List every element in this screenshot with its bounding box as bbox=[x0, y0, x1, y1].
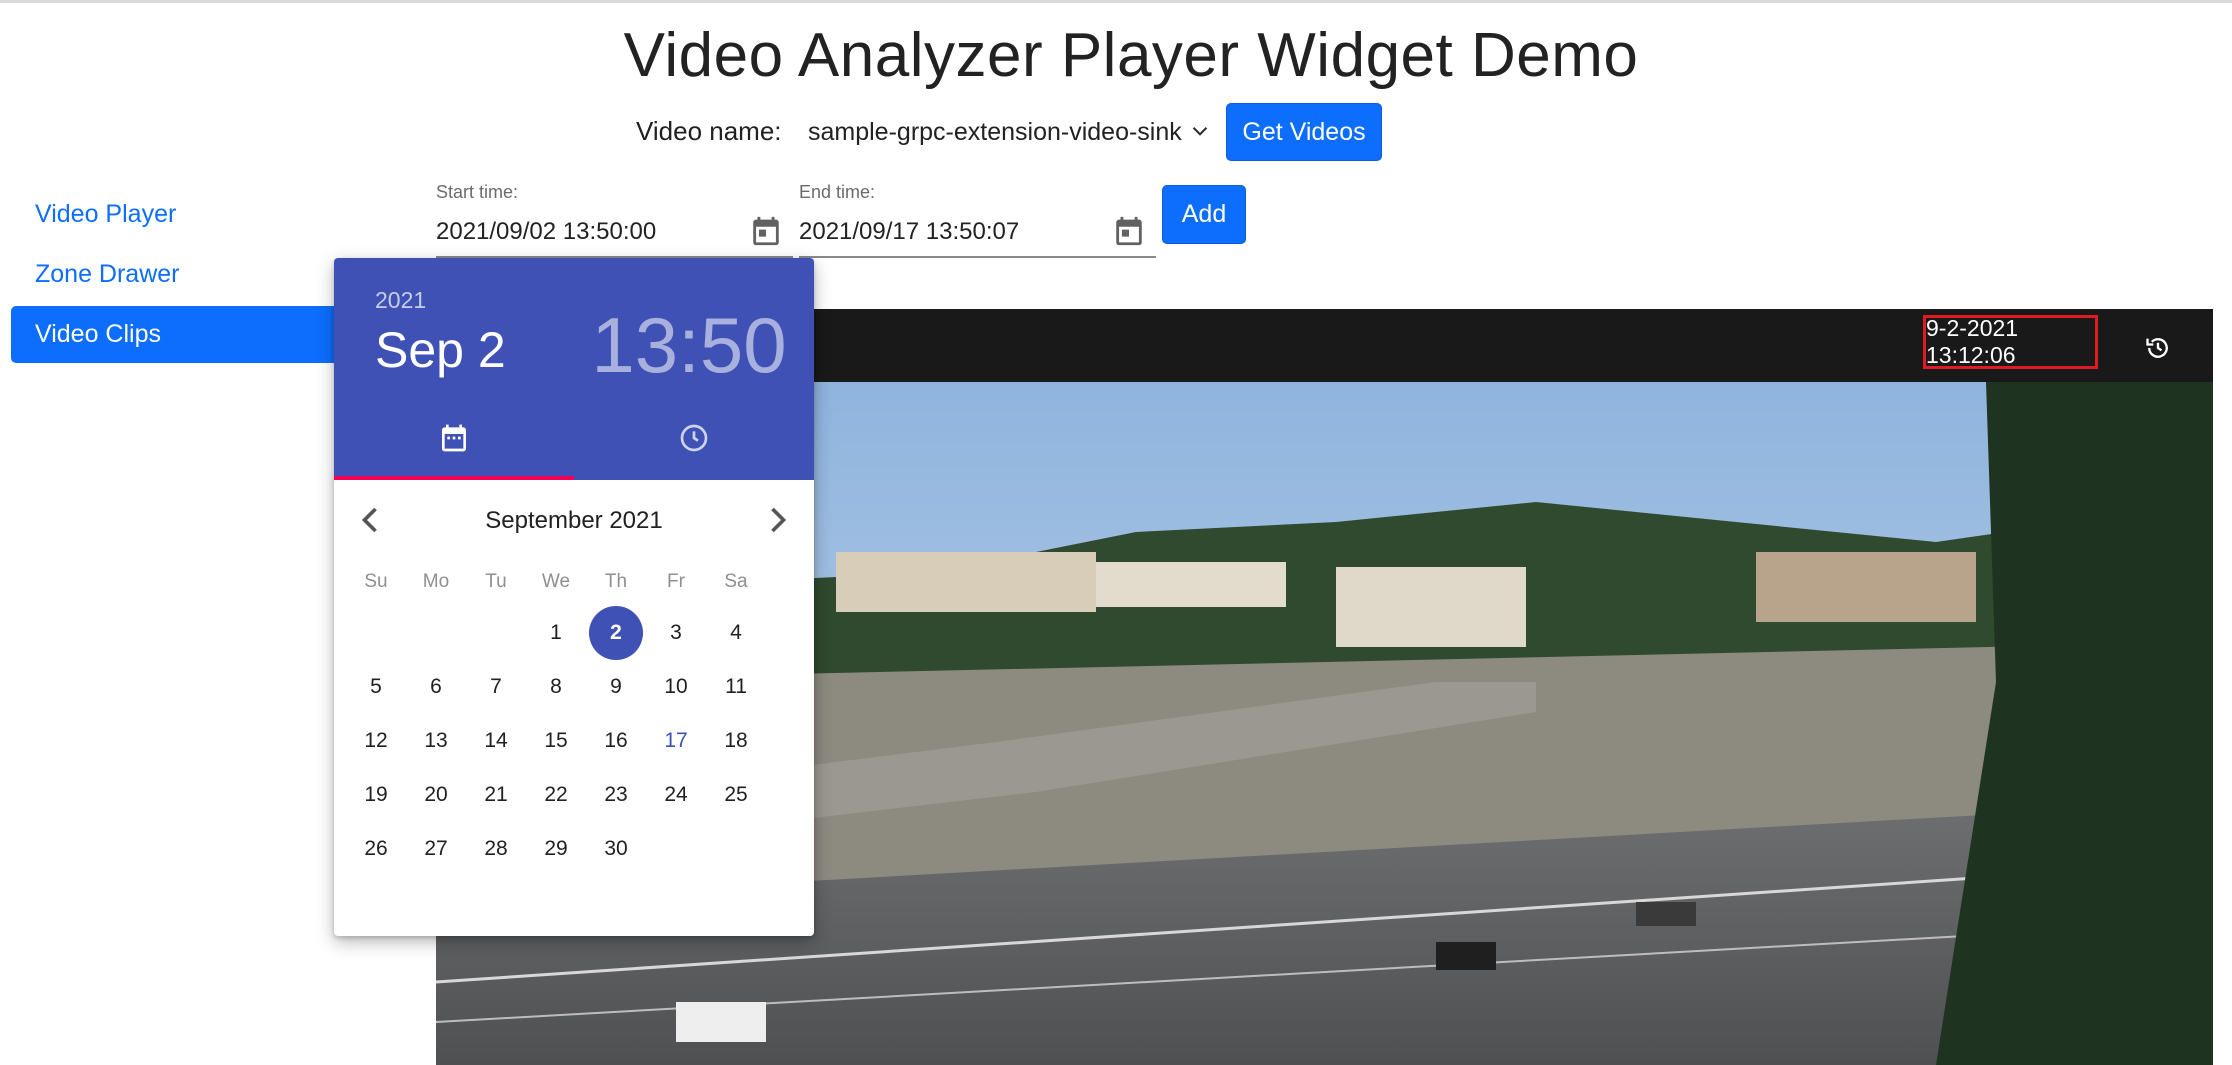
calendar-day[interactable]: 25 bbox=[709, 768, 763, 822]
sidebar-item-zone-drawer[interactable]: Zone Drawer bbox=[11, 246, 341, 303]
calendar-day[interactable]: 30 bbox=[589, 822, 643, 876]
end-time-field[interactable]: End time: 2021/09/17 13:50:07 bbox=[799, 180, 1156, 258]
picker-year[interactable]: 2021 bbox=[375, 287, 426, 314]
clock-icon bbox=[680, 424, 708, 452]
sidebar-item-video-clips[interactable]: Video Clips bbox=[11, 306, 341, 363]
calendar-day[interactable]: 7 bbox=[469, 660, 523, 714]
calendar-icon[interactable] bbox=[749, 214, 783, 248]
calendar-day[interactable]: 4 bbox=[709, 606, 763, 660]
calendar-day[interactable]: 26 bbox=[349, 822, 403, 876]
picker-selected-date[interactable]: Sep 2 bbox=[375, 321, 506, 379]
calendar-day[interactable]: 12 bbox=[349, 714, 403, 768]
calendar-day[interactable]: 2 bbox=[589, 606, 643, 660]
calendar-icon[interactable] bbox=[1112, 214, 1146, 248]
end-time-label: End time: bbox=[799, 182, 876, 202]
weekday-label: Mo bbox=[422, 571, 450, 592]
calendar-day[interactable]: 21 bbox=[469, 768, 523, 822]
picker-selected-time[interactable]: 13:50 bbox=[569, 300, 809, 391]
calendar-day[interactable]: 3 bbox=[649, 606, 703, 660]
calendar-day[interactable]: 6 bbox=[409, 660, 463, 714]
calendar-day[interactable]: 17 bbox=[649, 714, 703, 768]
weekday-label: Fr bbox=[667, 571, 685, 592]
calendar-day[interactable]: 8 bbox=[529, 660, 583, 714]
calendar-day[interactable]: 19 bbox=[349, 768, 403, 822]
weekday-label: Sa bbox=[724, 571, 748, 592]
start-time-field[interactable]: Start time: 2021/09/02 13:50:00 bbox=[436, 180, 793, 258]
sidebar-item-video-player[interactable]: Video Player bbox=[11, 186, 341, 243]
calendar-day[interactable]: 9 bbox=[589, 660, 643, 714]
add-button[interactable]: Add bbox=[1162, 185, 1246, 244]
calendar-day[interactable]: 15 bbox=[529, 714, 583, 768]
calendar-day[interactable]: 28 bbox=[469, 822, 523, 876]
calendar-day[interactable]: 24 bbox=[649, 768, 703, 822]
calendar-day[interactable]: 27 bbox=[409, 822, 463, 876]
calendar-day[interactable]: 13 bbox=[409, 714, 463, 768]
calendar-day[interactable]: 20 bbox=[409, 768, 463, 822]
weekday-label: Tu bbox=[485, 571, 507, 592]
calendar-day[interactable]: 23 bbox=[589, 768, 643, 822]
picker-header: 2021 Sep 2 13:50 bbox=[334, 258, 814, 480]
calendar-day[interactable]: 5 bbox=[349, 660, 403, 714]
end-time-underline bbox=[799, 256, 1156, 258]
calendar-day[interactable]: 1 bbox=[529, 606, 583, 660]
tab-date[interactable] bbox=[334, 406, 574, 478]
player-timestamp: 9-2-2021 13:12:06 bbox=[1923, 315, 2098, 369]
video-name-select[interactable]: sample-grpc-extension-video-sink bbox=[808, 104, 1213, 160]
calendar-day[interactable]: 29 bbox=[529, 822, 583, 876]
date-time-picker-dialog: 2021 Sep 2 13:50 September 2021 Su Mo Tu We… bbox=[334, 258, 814, 936]
calendar-day[interactable]: 11 bbox=[709, 660, 763, 714]
end-time-input[interactable]: 2021/09/17 13:50:07 bbox=[799, 218, 1019, 246]
weekday-label: Su bbox=[364, 571, 388, 592]
calendar-day[interactable]: 22 bbox=[529, 768, 583, 822]
calendar-day[interactable]: 10 bbox=[649, 660, 703, 714]
start-time-input[interactable]: 2021/09/02 13:50:00 bbox=[436, 218, 656, 246]
tab-time[interactable] bbox=[574, 406, 814, 478]
calendar-day[interactable]: 16 bbox=[589, 714, 643, 768]
calendar-icon bbox=[442, 424, 466, 452]
calendar-month-label: September 2021 bbox=[485, 507, 663, 534]
video-name-label: Video name: bbox=[636, 116, 782, 146]
tab-indicator bbox=[334, 476, 574, 480]
next-month-button[interactable] bbox=[756, 498, 800, 542]
history-icon[interactable] bbox=[2144, 334, 2172, 362]
calendar-day[interactable]: 14 bbox=[469, 714, 523, 768]
get-videos-button[interactable]: Get Videos bbox=[1226, 103, 1382, 161]
top-border bbox=[0, 0, 2232, 3]
weekday-label: We bbox=[541, 571, 571, 592]
weekday-label: Th bbox=[604, 571, 628, 592]
chevron-down-icon bbox=[1192, 126, 1208, 136]
page-title: Video Analyzer Player Widget Demo bbox=[623, 21, 1639, 90]
video-name-selected: sample-grpc-extension-video-sink bbox=[808, 117, 1182, 146]
start-time-label: Start time: bbox=[436, 182, 519, 202]
calendar-day[interactable]: 18 bbox=[709, 714, 763, 768]
